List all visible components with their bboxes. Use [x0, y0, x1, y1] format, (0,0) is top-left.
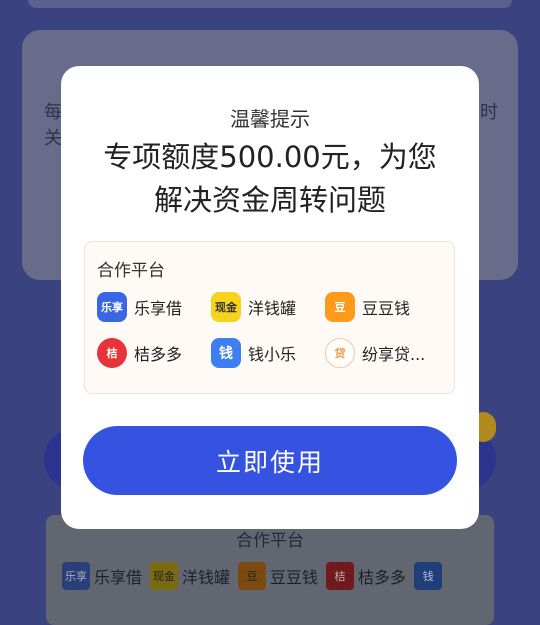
qianxiaole-logo-icon: 钱: [211, 338, 241, 368]
background-partner-title: 合作平台: [236, 531, 304, 551]
platform-label: 豆豆钱: [362, 299, 411, 318]
lexiangjie-logo-icon: 乐享: [97, 292, 127, 322]
platform-item[interactable]: 钱 钱小乐: [211, 338, 296, 368]
yangqianguan-logo-icon: 现金: [211, 292, 241, 322]
background-card-text: 时: [480, 102, 498, 123]
qianxiaole-logo-icon: 钱: [414, 562, 443, 590]
background-card-text: 关: [44, 128, 62, 149]
dialog-message-line: 专项额度500.00元，为您: [103, 140, 437, 174]
background-partner-label: 洋钱罐: [182, 568, 231, 587]
dialog-message: 专项额度500.00元，为您 解决资金周转问题: [81, 136, 459, 222]
background-header: [28, 0, 512, 8]
partner-platforms-box: 合作平台 乐享 乐享借 现金 洋钱罐 豆 豆豆钱 桔 桔多多 钱 钱小乐 贷 纷…: [84, 241, 455, 394]
platform-label: 洋钱罐: [248, 299, 297, 318]
fenxiangdai-logo-icon: 贷: [325, 338, 355, 368]
platform-label: 纷享贷...: [362, 345, 426, 364]
doudouqian-logo-icon: 豆: [238, 562, 267, 590]
background-partner-label: 桔多多: [358, 568, 407, 587]
platform-item[interactable]: 乐享 乐享借: [97, 292, 182, 322]
platform-item[interactable]: 贷 纷享贷...: [325, 338, 425, 368]
platform-label: 乐享借: [134, 299, 183, 318]
platform-item[interactable]: 桔 桔多多: [97, 338, 182, 368]
yangqianguan-logo-icon: 现金: [150, 562, 179, 590]
background-partner-label: 乐享借: [94, 568, 143, 587]
platform-item[interactable]: 豆 豆豆钱: [325, 292, 410, 322]
platform-label: 桔多多: [134, 345, 183, 364]
dialog-message-line: 解决资金周转问题: [153, 183, 386, 217]
juduoduo-logo-icon: 桔: [97, 338, 127, 368]
notice-dialog: 温馨提示 专项额度500.00元，为您 解决资金周转问题 合作平台 乐享 乐享借…: [61, 66, 479, 529]
background-partner-label: 豆豆钱: [270, 568, 319, 587]
platform-item[interactable]: 现金 洋钱罐: [211, 292, 296, 322]
background-card-text: 每: [44, 102, 62, 123]
platform-label: 钱小乐: [248, 345, 297, 364]
doudouqian-logo-icon: 豆: [325, 292, 355, 322]
dialog-title: 温馨提示: [230, 107, 310, 131]
juduoduo-logo-icon: 桔: [326, 562, 355, 590]
lexiangjie-logo-icon: 乐享: [62, 562, 90, 590]
background-partner-row: 乐享 乐享借 现金 洋钱罐 豆 豆豆钱 桔 桔多多 钱: [62, 562, 444, 590]
use-now-button[interactable]: 立即使用: [83, 426, 457, 495]
partner-platforms-label: 合作平台: [97, 261, 165, 281]
